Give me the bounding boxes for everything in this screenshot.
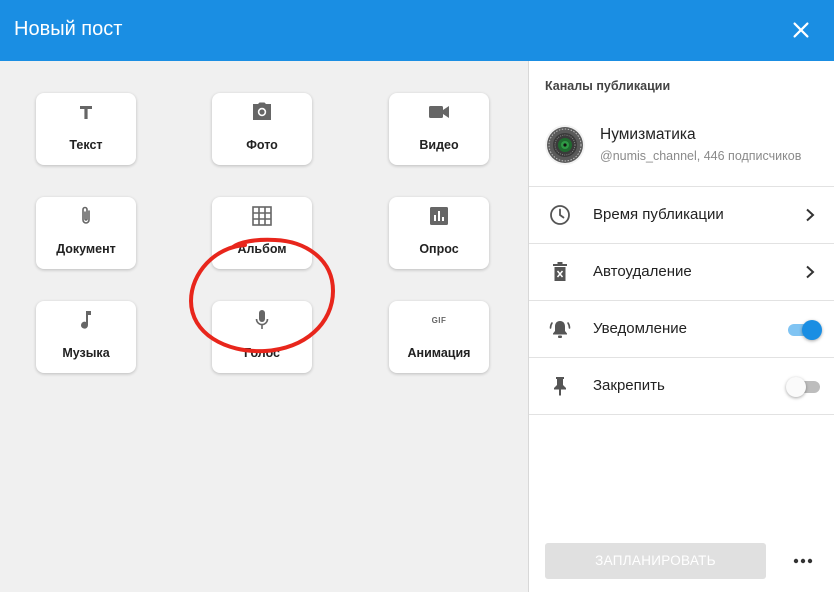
tile-video[interactable]: Видео [389, 93, 489, 165]
tile-label: Опрос [419, 242, 459, 256]
microphone-icon [251, 309, 273, 331]
bell-ring-icon [549, 318, 571, 340]
dialog-header: Новый пост [0, 0, 834, 61]
poll-chart-icon [428, 205, 450, 227]
video-camera-icon [428, 101, 450, 123]
row-label: Уведомление [593, 320, 688, 337]
channel-subtitle: @numis_channel, 446 подписчиков [600, 149, 802, 163]
tile-poll[interactable]: Опрос [389, 197, 489, 269]
channels-section-title: Каналы публикации [545, 79, 671, 93]
notification-toggle[interactable] [786, 320, 822, 340]
avatar [545, 125, 585, 165]
schedule-button[interactable]: ЗАПЛАНИРОВАТЬ [545, 543, 766, 579]
channel-item[interactable]: Нумизматика @numis_channel, 446 подписчи… [529, 117, 834, 177]
row-auto-delete[interactable]: Автоудаление [529, 243, 834, 300]
close-icon[interactable] [790, 19, 812, 41]
row-pin: Закрепить [529, 357, 834, 414]
tile-label: Видео [419, 138, 459, 152]
delete-timer-icon [549, 261, 571, 283]
tile-music[interactable]: Музыка [36, 301, 136, 373]
tile-document[interactable]: Документ [36, 197, 136, 269]
tile-label: Голос [244, 346, 280, 360]
tile-label: Фото [246, 138, 278, 152]
row-publish-time[interactable]: Время публикации [529, 186, 834, 243]
gif-icon: GIF [431, 315, 447, 325]
tile-label: Анимация [407, 346, 471, 360]
row-label: Автоудаление [593, 263, 692, 280]
tile-label: Текст [69, 138, 103, 152]
tile-text[interactable]: Текст [36, 93, 136, 165]
clock-icon [549, 204, 571, 226]
tile-animation[interactable]: GIF Анимация [389, 301, 489, 373]
text-icon [75, 101, 97, 123]
row-notification: Уведомление [529, 300, 834, 357]
row-label: Время публикации [593, 206, 724, 223]
post-type-panel: Текст Фото Видео Документ Альбом Опрос М… [0, 61, 528, 592]
music-note-icon [75, 309, 97, 331]
tile-label: Музыка [62, 346, 110, 360]
pin-toggle[interactable] [786, 377, 822, 397]
tile-album[interactable]: Альбом [212, 197, 312, 269]
row-label: Закрепить [593, 377, 665, 394]
grid-icon [251, 205, 273, 227]
divider [529, 414, 834, 415]
dialog-title: Новый пост [14, 18, 123, 40]
pin-icon [549, 375, 571, 397]
tile-photo[interactable]: Фото [212, 93, 312, 165]
more-horizontal-icon[interactable] [791, 549, 815, 573]
chevron-right-icon [806, 208, 815, 222]
chevron-right-icon [806, 265, 815, 279]
channel-name: Нумизматика [600, 126, 696, 143]
tile-label: Документ [56, 242, 116, 256]
camera-icon [251, 101, 273, 123]
paperclip-icon [75, 205, 97, 227]
tile-label: Альбом [237, 242, 287, 256]
settings-panel: Каналы публикации Нумизматика @numis_cha… [529, 61, 834, 592]
tile-voice[interactable]: Голос [212, 301, 312, 373]
